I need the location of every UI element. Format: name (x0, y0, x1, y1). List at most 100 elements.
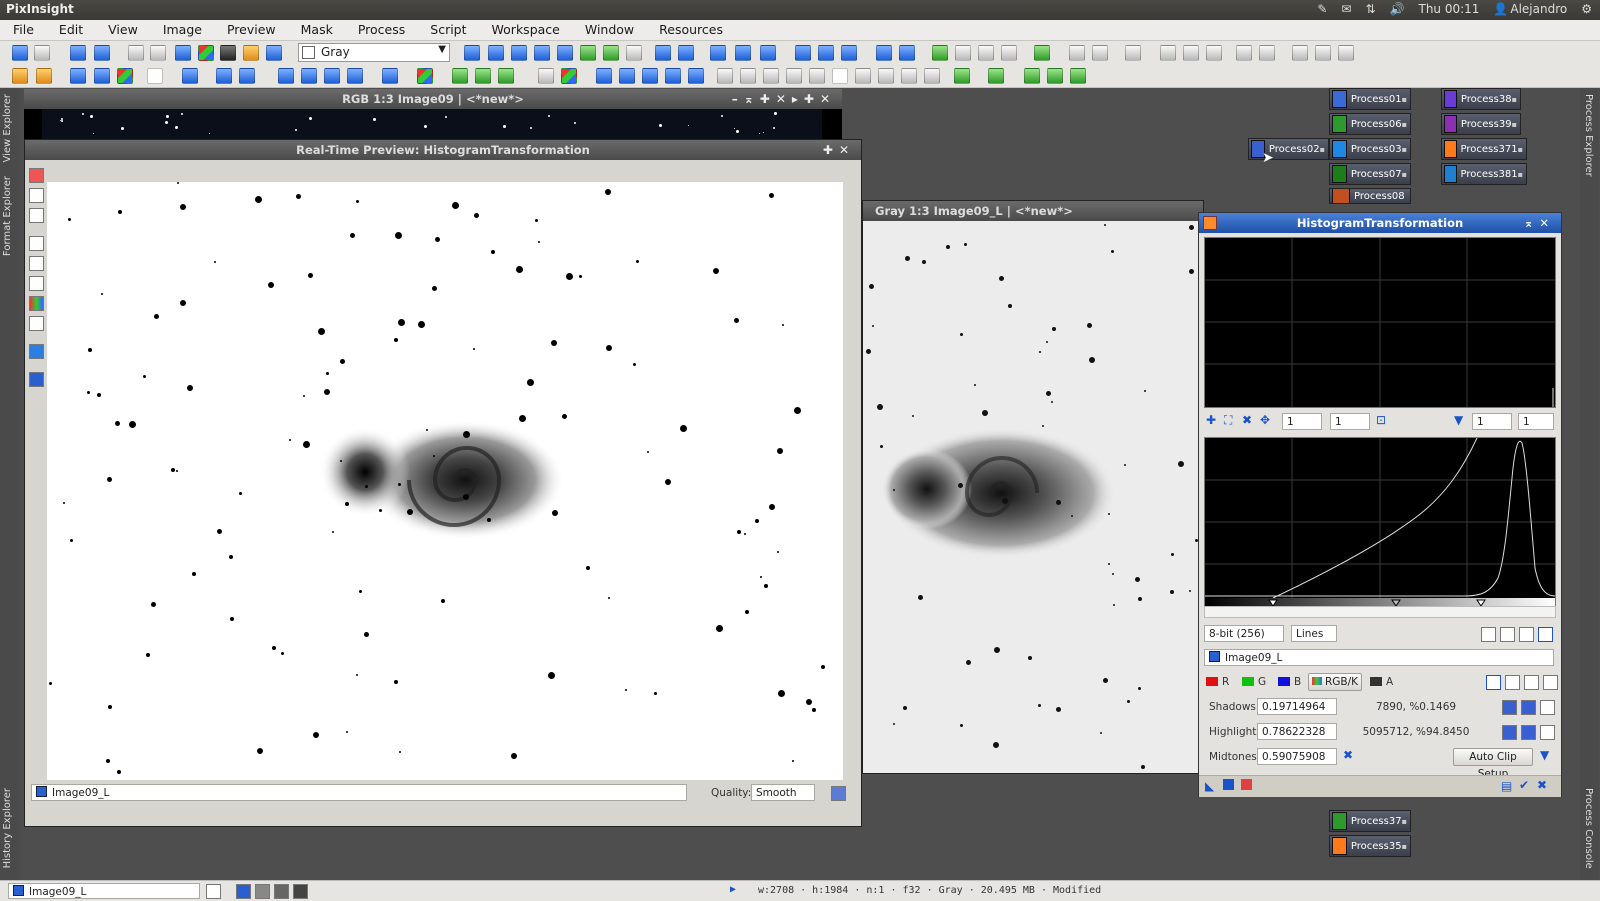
view-explorer-tab[interactable]: View Explorer (2, 94, 13, 163)
shadows-clip-icon[interactable] (1502, 700, 1517, 715)
gear-icon[interactable]: ⚙ (1581, 2, 1592, 16)
expand-icon[interactable]: ▼ (1540, 748, 1549, 762)
crop-7-icon[interactable] (855, 68, 871, 84)
menu-view[interactable]: View (95, 20, 150, 40)
cursor-icon[interactable] (626, 45, 642, 61)
quality-select[interactable]: Smooth (751, 784, 815, 801)
rotate-icon[interactable] (596, 68, 612, 84)
cross-2-icon[interactable] (1524, 675, 1539, 690)
crop-5-icon[interactable] (809, 68, 825, 84)
preview-view-select[interactable]: Image09_L (31, 784, 687, 801)
graph-option-1-icon[interactable] (1481, 627, 1496, 642)
star-tool-4-icon[interactable] (382, 68, 398, 84)
rgb-window-titlebar[interactable]: RGB 1:3 Image09 | <*new*> –⌅✚✕▸✚✕ (24, 89, 842, 109)
zoom-2-icon[interactable] (735, 45, 751, 61)
menu-process[interactable]: Process (345, 20, 417, 40)
stack-3-icon[interactable] (1206, 45, 1222, 61)
process-icon-process08[interactable]: Process08 (1329, 188, 1411, 204)
shadows-clip-2-icon[interactable] (1521, 700, 1536, 715)
clone-3-icon[interactable] (1024, 68, 1040, 84)
fit-window-icon[interactable] (795, 45, 811, 61)
highlights-clip-icon[interactable] (1502, 725, 1517, 740)
stf-view-icon[interactable] (29, 372, 44, 387)
frame-icon[interactable] (147, 68, 163, 84)
clone-icon[interactable] (954, 68, 970, 84)
zoom-reset-icon[interactable]: ✖ (1242, 413, 1252, 427)
clone-5-icon[interactable] (1070, 68, 1086, 84)
stack-2-icon[interactable] (1183, 45, 1199, 61)
rgb-image-window[interactable]: RGB 1:3 Image09 | <*new*> –⌅✚✕▸✚✕ (24, 89, 842, 139)
star-tool-2-icon[interactable] (301, 68, 317, 84)
gradient-icon[interactable] (538, 68, 554, 84)
user-name[interactable]: Alejandro (1510, 2, 1567, 16)
gray-image-canvas[interactable] (863, 221, 1203, 773)
resolution-select[interactable]: 8-bit (256) (1204, 625, 1284, 642)
open-icon[interactable] (12, 68, 28, 84)
crop-10-icon[interactable] (924, 68, 940, 84)
crop-icon[interactable] (717, 68, 733, 84)
window-icon[interactable] (876, 45, 892, 61)
script-2-icon[interactable] (1315, 45, 1331, 61)
shadows-reset-icon[interactable] (1540, 700, 1555, 715)
lock-icon[interactable] (1125, 45, 1141, 61)
menu-file[interactable]: File (0, 20, 46, 40)
zoom-center-icon[interactable] (557, 45, 573, 61)
edit-preview-icon[interactable] (603, 45, 619, 61)
mirror-v-icon[interactable] (688, 68, 704, 84)
duplicate-image-icon[interactable] (94, 45, 110, 61)
channel-r-button[interactable]: R (1222, 676, 1229, 688)
star-tool-3-icon[interactable] (324, 68, 340, 84)
grid-toggle-icon[interactable] (1538, 627, 1553, 642)
new-image-icon[interactable] (70, 45, 86, 61)
tool-a-icon[interactable] (29, 188, 44, 203)
clock[interactable]: Thu 00:11 (1418, 2, 1479, 16)
process-icon-process07[interactable]: Process07 ▪ (1329, 163, 1411, 185)
ht-view-select[interactable]: Image09_L (1204, 649, 1554, 666)
rgb-image-canvas[interactable] (42, 109, 822, 139)
rotate-3-icon[interactable] (642, 68, 658, 84)
shadows-input[interactable]: 0.19714964 (1257, 698, 1337, 715)
new-preview-icon[interactable] (580, 45, 596, 61)
process-explorer-tab[interactable]: Process Explorer (1583, 94, 1594, 177)
menu-window[interactable]: Window (572, 20, 646, 40)
zoom-fit-icon[interactable] (511, 45, 527, 61)
auto-clip-setup-button[interactable]: Auto Clip Setup (1453, 748, 1533, 780)
transform-icon[interactable] (452, 68, 468, 84)
new-instance-icon[interactable]: ◣ (1205, 779, 1214, 793)
channel-a-button[interactable]: A (1386, 676, 1393, 688)
color-tool-icon[interactable] (417, 68, 433, 84)
screen-icon[interactable] (175, 45, 191, 61)
input-histogram-plot[interactable] (1204, 437, 1556, 607)
zoom-fit-icon[interactable]: ⛶ (1224, 413, 1232, 428)
menu-mask[interactable]: Mask (288, 20, 345, 40)
gradient-2-icon[interactable] (561, 68, 577, 84)
crop-4-icon[interactable] (786, 68, 802, 84)
preview-icon[interactable] (932, 45, 948, 61)
script-icon[interactable] (1292, 45, 1308, 61)
channel-r-icon[interactable] (29, 236, 44, 251)
move-icon[interactable]: ✥ (1260, 413, 1270, 427)
stack-icon[interactable] (1160, 45, 1176, 61)
process-icon-process35[interactable]: Process35 ▪ (1329, 835, 1411, 857)
volume-icon[interactable]: 🔊 (1390, 2, 1405, 16)
mirror-h-icon[interactable] (665, 68, 681, 84)
midtones-reset-icon[interactable]: ✖ (1343, 748, 1353, 762)
channel-b-button[interactable]: B (1294, 676, 1301, 688)
process-icon-process381[interactable]: Process381 ▪ (1441, 163, 1527, 185)
channel-g-button[interactable]: G (1258, 676, 1266, 688)
cross-3-icon[interactable] (1543, 675, 1558, 690)
edit-icon[interactable]: ✎ (1317, 2, 1327, 16)
status-mode-2-icon[interactable] (255, 884, 270, 899)
cross-icon[interactable] (1505, 675, 1520, 690)
pan-mode-icon[interactable] (464, 45, 480, 61)
zoom-out-icon[interactable] (678, 45, 694, 61)
cascade-icon[interactable] (841, 45, 857, 61)
channel-rgbk-button[interactable]: RGB/K (1308, 673, 1362, 691)
link-icon[interactable]: ⊡ (1376, 413, 1386, 427)
view-2-icon[interactable] (150, 45, 166, 61)
readout-icon[interactable] (1486, 675, 1501, 690)
rotate-2-icon[interactable] (619, 68, 635, 84)
process-icon-process371[interactable]: Process371 ▪ (1441, 138, 1527, 160)
mask-show-icon[interactable] (1034, 45, 1050, 61)
preview-image[interactable] (47, 182, 843, 780)
